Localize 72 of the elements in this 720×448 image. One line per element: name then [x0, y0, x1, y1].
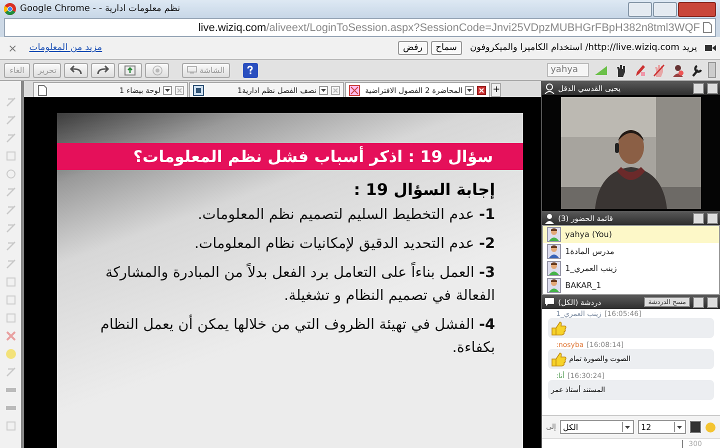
question-banner: سؤال 19 : اذكر أسباب فشل نظم المعلومات؟ — [57, 143, 524, 170]
scroll-button[interactable] — [708, 62, 716, 78]
minimize-button[interactable] — [693, 82, 704, 94]
tool-icon[interactable] — [4, 149, 18, 163]
tool-icon[interactable] — [4, 275, 18, 289]
tool-icon[interactable] — [4, 419, 18, 433]
record-icon — [152, 64, 163, 76]
close-button[interactable] — [678, 2, 716, 16]
attendee-item[interactable]: yahya (You) — [543, 226, 719, 243]
undo-button[interactable] — [64, 62, 88, 78]
user-name-field: yahya — [546, 63, 589, 77]
redo-icon — [96, 65, 110, 75]
upload-button[interactable] — [118, 62, 142, 78]
slides-icon — [349, 84, 360, 96]
close-icon[interactable] — [477, 86, 486, 94]
chat-icon — [544, 297, 556, 307]
smiley-icon[interactable] — [705, 422, 716, 432]
maximize-button[interactable] — [653, 2, 677, 16]
person-icon — [544, 82, 556, 94]
upload-icon — [124, 64, 136, 76]
avatar-icon — [547, 244, 562, 259]
attendee-item[interactable]: زينب العمري_1 — [543, 260, 719, 277]
person-icon[interactable] — [672, 64, 684, 76]
avatar-icon — [547, 261, 562, 276]
help-icon[interactable] — [242, 62, 258, 78]
permission-button[interactable]: رفض — [398, 41, 428, 55]
add-tab-button[interactable]: + — [491, 83, 502, 97]
camera-icon — [705, 44, 716, 52]
tool-icon[interactable] — [4, 311, 18, 325]
dropdown-icon[interactable] — [674, 422, 683, 432]
permission-message: يريد http://live.wiziq.com/ استخدام الكاميرا والميكروفون — [470, 43, 697, 53]
minimize-button[interactable] — [628, 2, 652, 16]
font-size-select[interactable]: 12 — [638, 420, 686, 434]
document-icon — [193, 84, 204, 96]
dropdown-icon[interactable] — [163, 86, 172, 94]
more-info-link[interactable]: مزيد من المعلومات — [29, 43, 102, 53]
browser-logo-icon — [4, 3, 16, 15]
undo-icon — [69, 65, 84, 75]
url-text: live.wiziq.com/aliveext/LoginToSession.aspx?SessionCode=Jnvi25VDpzMUBHGrFBpH382n8tml3WQF — [198, 22, 700, 34]
redo-button[interactable] — [91, 62, 116, 78]
address-bar[interactable]: live.wiziq.com/aliveext/LoginToSession.aspx?SessionCode=Jnvi25VDpzMUBHGrFBpH382n8tml3WQF — [4, 18, 716, 37]
attendee-item[interactable]: مدرس المادة1 — [543, 243, 719, 260]
color-swatch[interactable] — [690, 421, 701, 433]
dropdown-icon[interactable] — [465, 86, 474, 94]
minimize-button[interactable] — [693, 296, 704, 308]
attendee-name: yahya (You) — [565, 230, 612, 239]
hand-icon[interactable] — [615, 64, 627, 76]
answer-heading: إجابة السؤال 19 : — [352, 180, 496, 199]
attendee-item[interactable]: BAKAR_1 — [543, 277, 719, 294]
popout-button[interactable] — [707, 212, 718, 224]
page-icon — [703, 22, 712, 33]
recipient-select[interactable]: الكل — [560, 420, 634, 434]
avatar-icon — [547, 278, 562, 293]
minimize-button[interactable] — [693, 212, 704, 224]
popout-button[interactable] — [707, 82, 718, 94]
dropdown-icon[interactable] — [319, 86, 328, 94]
tool-icon[interactable] — [4, 293, 18, 307]
pen-icon[interactable] — [634, 64, 646, 76]
tool-icon[interactable] — [4, 167, 18, 181]
close-icon[interactable]: × — [8, 42, 18, 54]
permission-button[interactable]: سماح — [430, 41, 462, 55]
dropdown-icon[interactable] — [622, 422, 631, 432]
monitor-icon — [187, 66, 198, 74]
settings-icon[interactable] — [691, 64, 703, 76]
signal-icon — [594, 64, 608, 76]
attendee-name: BAKAR_1 — [565, 281, 602, 290]
attendee-name: مدرس المادة1 — [565, 247, 614, 256]
attendee-name: زينب العمري_1 — [565, 264, 617, 273]
popout-button[interactable] — [707, 296, 718, 308]
tool-icon[interactable] — [4, 329, 18, 343]
avatar-icon — [547, 227, 562, 242]
window-title: Google Chrome - - نظم معلومات ادارية — [20, 4, 180, 14]
